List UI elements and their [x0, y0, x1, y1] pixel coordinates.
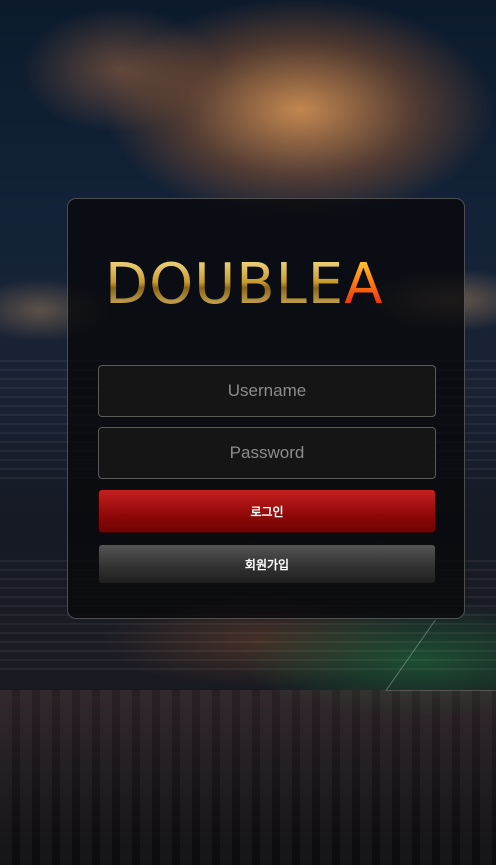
seats-foreground — [0, 690, 496, 865]
login-button-label: 로그인 — [250, 504, 284, 519]
doublea-logo: DOUBLE A — [105, 250, 430, 320]
username-input[interactable] — [98, 365, 436, 417]
password-input[interactable] — [98, 427, 436, 479]
signup-button[interactable]: 회원가입 — [98, 544, 436, 584]
logo-text-accent: A — [344, 252, 384, 317]
signup-button-label: 회원가입 — [244, 557, 290, 572]
logo-text-main: DOUBLE — [105, 252, 345, 317]
login-button[interactable]: 로그인 — [98, 489, 436, 533]
